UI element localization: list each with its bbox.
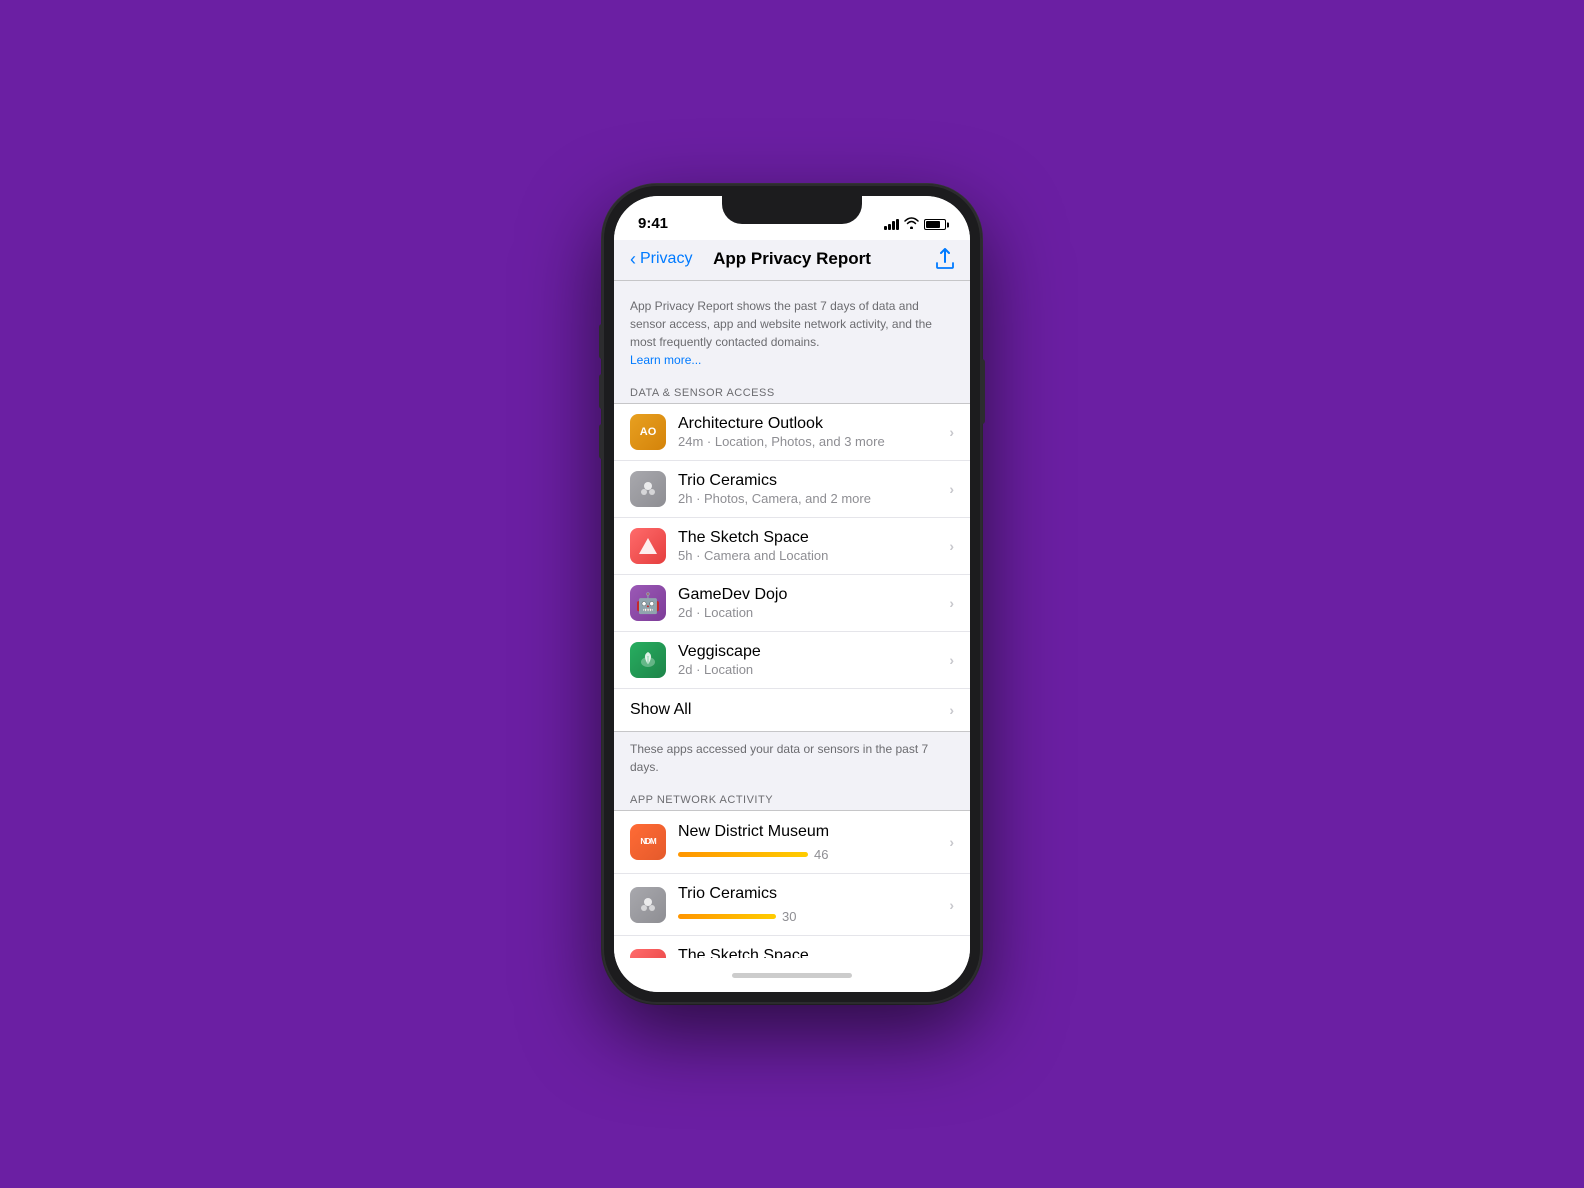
back-label: Privacy: [640, 250, 692, 268]
app-subtitle: 2d · Location: [678, 662, 941, 677]
content-area: App Privacy Report shows the past 7 days…: [614, 281, 970, 958]
list-item[interactable]: Veggiscape 2d · Location ›: [614, 631, 970, 688]
app-icon-veggi: [630, 642, 666, 678]
app-info: The Sketch Space 25: [678, 947, 941, 958]
intro-text: App Privacy Report shows the past 7 days…: [630, 297, 954, 369]
app-name: Architecture Outlook: [678, 415, 941, 433]
chevron-right-icon: ›: [949, 481, 954, 497]
learn-more-link[interactable]: Learn more...: [630, 353, 701, 367]
battery-icon: [924, 219, 946, 230]
chevron-right-icon: ›: [949, 834, 954, 850]
data-sensor-header: DATA & SENSOR ACCESS: [614, 381, 970, 403]
app-subtitle: 2d · Location: [678, 605, 941, 620]
app-icon-trio-2: [630, 887, 666, 923]
home-indicator: [614, 958, 970, 992]
activity-bar-row: 30: [678, 909, 941, 924]
phone-frame: 9:41: [602, 184, 982, 1004]
app-info: Veggiscape 2d · Location: [678, 643, 941, 677]
app-info: Trio Ceramics 30: [678, 885, 941, 924]
show-all-label: Show All: [630, 701, 941, 719]
app-icon-sketch: [630, 528, 666, 564]
network-section-header: APP NETWORK ACTIVITY: [614, 788, 970, 810]
app-name: The Sketch Space: [678, 529, 941, 547]
intro-section: App Privacy Report shows the past 7 days…: [614, 281, 970, 381]
app-icon-gamedev: 🤖: [630, 585, 666, 621]
network-activity-list: NDM New District Museum 46 ›: [614, 810, 970, 958]
chevron-right-icon: ›: [949, 897, 954, 913]
list-item[interactable]: 🤖 GameDev Dojo 2d · Location ›: [614, 574, 970, 631]
chevron-right-icon: ›: [949, 702, 954, 718]
app-name: Trio Ceramics: [678, 472, 941, 490]
app-subtitle: 24m · Location, Photos, and 3 more: [678, 434, 941, 449]
app-subtitle: 5h · Camera and Location: [678, 548, 941, 563]
back-button[interactable]: ‹ Privacy: [630, 250, 711, 268]
list-item[interactable]: AO Architecture Outlook 24m · Location, …: [614, 404, 970, 460]
home-bar: [732, 973, 852, 978]
share-button[interactable]: [873, 248, 954, 270]
signal-icon: [884, 219, 899, 230]
activity-bar: [678, 852, 808, 857]
app-icon-sketch-2: [630, 949, 666, 959]
app-info: The Sketch Space 5h · Camera and Locatio…: [678, 529, 941, 563]
status-icons: [884, 217, 946, 232]
app-icon-trio: [630, 471, 666, 507]
list-item[interactable]: The Sketch Space 5h · Camera and Locatio…: [614, 517, 970, 574]
wifi-icon: [904, 217, 919, 232]
data-sensor-list: AO Architecture Outlook 24m · Location, …: [614, 403, 970, 732]
list-item[interactable]: NDM New District Museum 46 ›: [614, 811, 970, 873]
activity-bar: [678, 914, 776, 919]
notch: [722, 196, 862, 224]
chevron-right-icon: ›: [949, 595, 954, 611]
phone-body: 9:41: [602, 184, 982, 1004]
list-item[interactable]: Trio Ceramics 2h · Photos, Camera, and 2…: [614, 460, 970, 517]
app-icon-ao: AO: [630, 414, 666, 450]
activity-bar-row: 46: [678, 847, 941, 862]
back-chevron-icon: ‹: [630, 250, 636, 268]
chevron-right-icon: ›: [949, 424, 954, 440]
app-info: Trio Ceramics 2h · Photos, Camera, and 2…: [678, 472, 941, 506]
nav-bar: ‹ Privacy App Privacy Report: [614, 240, 970, 281]
activity-count: 30: [782, 909, 802, 924]
data-sensor-footer: These apps accessed your data or sensors…: [614, 732, 970, 788]
list-item[interactable]: Trio Ceramics 30 ›: [614, 873, 970, 935]
chevron-right-icon: ›: [949, 538, 954, 554]
app-name: The Sketch Space: [678, 947, 941, 958]
app-name: Trio Ceramics: [678, 885, 941, 903]
phone-screen: 9:41: [614, 196, 970, 992]
app-info: GameDev Dojo 2d · Location: [678, 586, 941, 620]
show-all-button[interactable]: Show All ›: [614, 688, 970, 731]
page-title: App Privacy Report: [711, 249, 873, 269]
app-name: GameDev Dojo: [678, 586, 941, 604]
app-info: New District Museum 46: [678, 823, 941, 862]
app-name: New District Museum: [678, 823, 941, 841]
list-item[interactable]: The Sketch Space 25 ›: [614, 935, 970, 958]
app-name: Veggiscape: [678, 643, 941, 661]
app-subtitle: 2h · Photos, Camera, and 2 more: [678, 491, 941, 506]
app-info: Architecture Outlook 24m · Location, Pho…: [678, 415, 941, 449]
app-icon-ndm: NDM: [630, 824, 666, 860]
activity-count: 46: [814, 847, 834, 862]
chevron-right-icon: ›: [949, 652, 954, 668]
